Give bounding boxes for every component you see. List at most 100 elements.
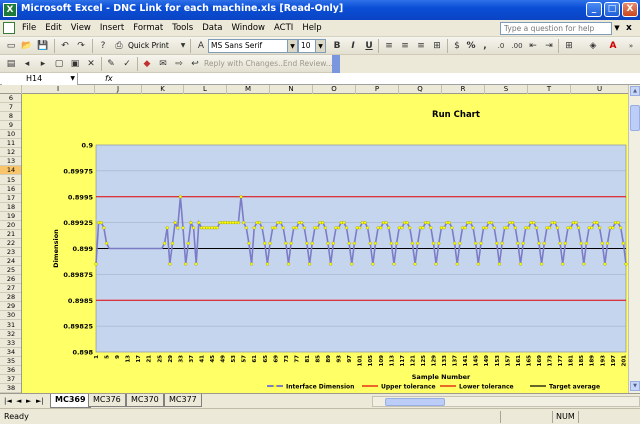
menu-data[interactable]: Data (202, 23, 222, 33)
first-sheet-icon[interactable]: |◄ (4, 397, 12, 405)
next-sheet-icon[interactable]: ► (26, 397, 31, 405)
menu-insert[interactable]: Insert (100, 23, 124, 33)
name-box[interactable]: H14 ▼ (2, 73, 78, 85)
help-dropdown-icon[interactable]: ▼ (612, 22, 622, 35)
close-button[interactable]: X (622, 2, 638, 17)
last-sheet-icon[interactable]: ►| (36, 397, 44, 405)
column-header-l[interactable]: L (184, 85, 227, 94)
row-header-11[interactable]: 11 (0, 139, 21, 149)
merge-center-icon[interactable]: ⊞ (430, 39, 444, 53)
comma-button[interactable]: , (478, 39, 492, 53)
column-header-n[interactable]: N (270, 85, 313, 94)
row-header-23[interactable]: 23 (0, 248, 21, 258)
vertical-scrollbar[interactable]: ▲ ▼ (628, 85, 640, 393)
name-box-dropdown-icon[interactable]: ▼ (70, 73, 75, 85)
row-header-24[interactable]: 24 (0, 257, 21, 267)
horizontal-scrollbar[interactable] (372, 396, 640, 407)
column-header-i[interactable]: I (22, 85, 95, 94)
row-header-15[interactable]: 15 (0, 176, 21, 185)
menu-help[interactable]: Help (302, 23, 321, 33)
column-header-q[interactable]: Q (399, 85, 442, 94)
font-name-dropdown-icon[interactable]: ▼ (288, 39, 298, 53)
redo-icon[interactable]: ↷ (74, 39, 88, 53)
prev-sheet-icon[interactable]: ◄ (16, 397, 21, 405)
increase-decimal-icon[interactable]: .0 (494, 39, 508, 53)
save-icon[interactable]: 💾 (36, 39, 50, 53)
menu-format[interactable]: Format (133, 23, 163, 33)
underline-button[interactable]: U (362, 39, 376, 53)
quick-print-dropdown-icon[interactable]: ▼ (176, 39, 190, 53)
row-header-35[interactable]: 35 (0, 357, 21, 366)
insert-function-icon[interactable]: fx (105, 73, 113, 85)
row-header-14[interactable]: 14 (0, 166, 21, 176)
reply-with-changes-button[interactable]: Reply with Changes... (204, 59, 285, 68)
decrease-decimal-icon[interactable]: .00 (510, 39, 524, 53)
vertical-scroll-thumb[interactable] (630, 105, 640, 131)
row-header-9[interactable]: 9 (0, 121, 21, 131)
row-header-10[interactable]: 10 (0, 130, 21, 140)
menu-acti[interactable]: ACTI (274, 23, 293, 33)
mail-icon[interactable]: ✉ (156, 57, 170, 71)
row-header-19[interactable]: 19 (0, 212, 21, 221)
align-right-icon[interactable]: ≡ (414, 39, 428, 53)
row-header-17[interactable]: 17 (0, 194, 21, 203)
row-header-38[interactable]: 38 (0, 384, 21, 393)
row-header-12[interactable]: 12 (0, 148, 21, 158)
borders-icon[interactable]: ⊞ (562, 39, 576, 53)
minimize-button[interactable]: _ (586, 2, 602, 17)
italic-button[interactable]: I (346, 39, 360, 53)
font-color-icon[interactable]: A (606, 39, 620, 53)
protect-icon[interactable]: ◆ (140, 57, 154, 71)
fill-color-icon[interactable]: ◈ (586, 39, 600, 53)
column-header-s[interactable]: S (485, 85, 528, 94)
workbook-icon[interactable] (3, 22, 15, 34)
bold-button[interactable]: B (330, 39, 344, 53)
row-header-37[interactable]: 37 (0, 375, 21, 384)
menu-file[interactable]: File (22, 23, 36, 33)
accept-change-icon[interactable]: ✓ (120, 57, 134, 71)
column-header-p[interactable]: P (356, 85, 399, 94)
menu-edit[interactable]: Edit (45, 23, 61, 33)
column-header-k[interactable]: K (142, 85, 184, 94)
horizontal-scroll-thumb[interactable] (385, 398, 445, 406)
quick-print-button[interactable]: Quick Print (128, 41, 169, 50)
toolbar-options-icon[interactable]: » (624, 39, 638, 53)
row-header-34[interactable]: 34 (0, 348, 21, 357)
align-center-icon[interactable]: ≡ (398, 39, 412, 53)
row-header-25[interactable]: 25 (0, 266, 21, 276)
new-comment-icon[interactable]: ▤ (4, 57, 18, 71)
open-icon[interactable]: 📂 (20, 39, 34, 53)
column-header-m[interactable]: M (227, 85, 270, 94)
percent-button[interactable]: % (464, 39, 478, 53)
row-header-31[interactable]: 31 (0, 321, 21, 330)
new-icon[interactable]: ▭ (4, 39, 18, 53)
align-left-icon[interactable]: ≡ (382, 39, 396, 53)
column-header-j[interactable]: J (95, 85, 142, 94)
column-header-t[interactable]: T (528, 85, 571, 94)
sheet-tab-mc376[interactable]: MC376 (88, 394, 126, 407)
menu-tools[interactable]: Tools (172, 23, 193, 33)
font-size-dropdown-icon[interactable]: ▼ (316, 39, 326, 53)
run-chart[interactable]: Run Chart 0.9 0.89975 0.8995 0.89925 0.899 0.… (22, 94, 628, 393)
track-changes-icon[interactable]: ✎ (104, 57, 118, 71)
row-header-30[interactable]: 30 (0, 311, 21, 321)
row-header-26[interactable]: 26 (0, 275, 21, 285)
row-header-29[interactable]: 29 (0, 302, 21, 312)
toolbar-options-icon[interactable] (332, 55, 340, 73)
prev-comment-icon[interactable]: ◂ (20, 57, 34, 71)
row-header-18[interactable]: 18 (0, 203, 21, 212)
column-header-o[interactable]: O (313, 85, 356, 94)
scroll-down-icon[interactable]: ▼ (630, 381, 640, 391)
end-review-button[interactable]: End Review... (283, 59, 333, 68)
next-comment-icon[interactable]: ▸ (36, 57, 50, 71)
row-header-21[interactable]: 21 (0, 230, 21, 239)
decrease-indent-icon[interactable]: ⇤ (526, 39, 540, 53)
row-header-16[interactable]: 16 (0, 185, 21, 194)
excel-icon[interactable]: X (3, 3, 17, 17)
maximize-button[interactable]: □ (604, 2, 620, 17)
menu-window[interactable]: Window (231, 23, 265, 33)
sheet-tab-mc377[interactable]: MC377 (164, 394, 202, 407)
row-header-32[interactable]: 32 (0, 330, 21, 339)
row-header-36[interactable]: 36 (0, 366, 21, 375)
row-header-33[interactable]: 33 (0, 339, 21, 348)
